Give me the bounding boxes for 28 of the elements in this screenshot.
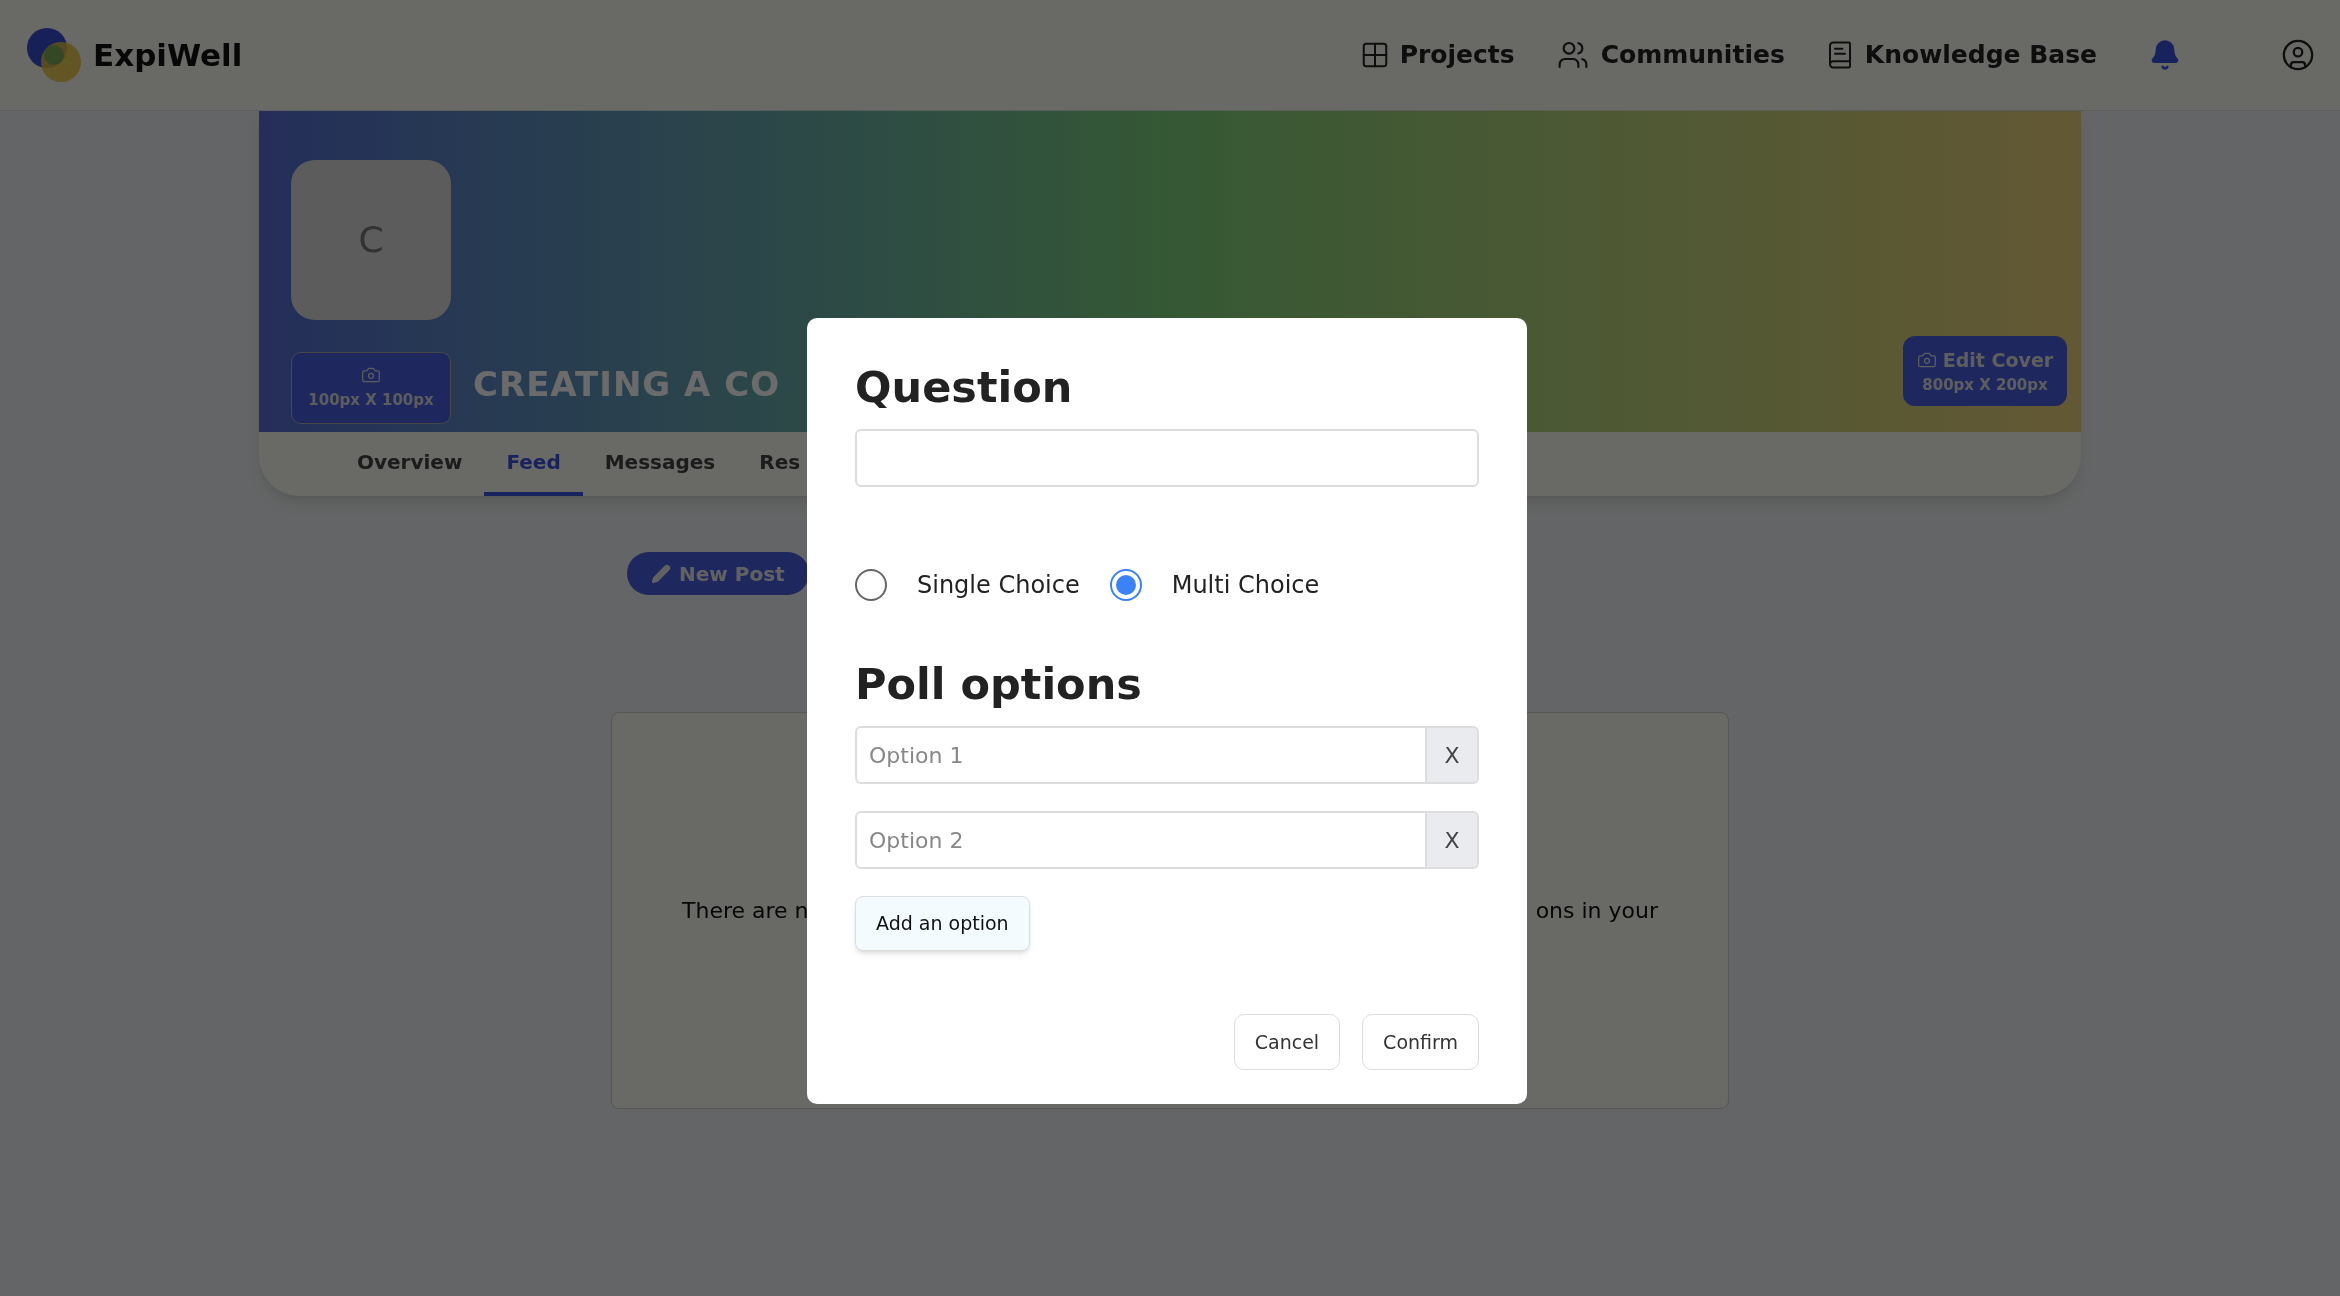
nav-link[interactable]: Communities — [1554, 36, 1785, 74]
logo-text: ExpiWell — [93, 35, 243, 75]
empty-state-text: There are n — [682, 897, 809, 925]
community-title: CREATING A CO — [473, 363, 781, 406]
new-post-button[interactable]: New Post — [627, 552, 809, 595]
tab[interactable]: Messages — [582, 432, 738, 496]
remove-option-button[interactable]: X — [1427, 726, 1479, 784]
dialog-button[interactable]: Confirm — [1362, 1014, 1479, 1070]
pencil-icon — [651, 563, 671, 584]
poll-options-heading: Poll options — [855, 663, 1143, 706]
notifications-icon[interactable] — [2149, 39, 2181, 71]
option-input[interactable]: Option 1 — [855, 726, 1427, 784]
tab[interactable]: Feed — [484, 432, 583, 496]
nav-link[interactable]: Knowledge Base — [1824, 36, 2097, 74]
remove-option-button[interactable]: X — [1427, 811, 1479, 869]
tab[interactable]: Overview — [335, 432, 485, 496]
logo-icon — [25, 26, 83, 84]
user-account-icon[interactable] — [2281, 38, 2315, 72]
choice-radio[interactable]: Single Choice — [855, 567, 1080, 603]
empty-state-text: ons in your — [1535, 897, 1658, 925]
question-input[interactable] — [855, 429, 1479, 487]
question-heading: Question — [855, 366, 1074, 409]
dialog-button[interactable]: Cancel — [1233, 1014, 1341, 1070]
tab[interactable]: Res — [737, 432, 823, 496]
option-input[interactable]: Option 2 — [855, 811, 1427, 869]
nav-link[interactable]: Projects — [1359, 36, 1515, 74]
add-option-button[interactable]: Add an option — [855, 896, 1030, 951]
choice-radio[interactable]: Multi Choice — [1109, 567, 1320, 603]
